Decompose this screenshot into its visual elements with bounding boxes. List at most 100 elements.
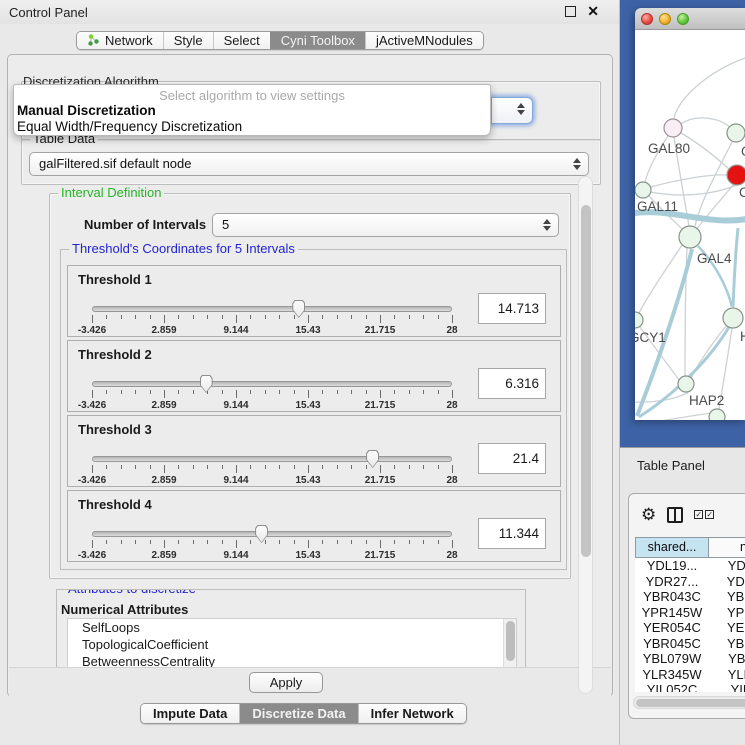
algorithm-combobox[interactable] xyxy=(491,97,533,124)
number-of-intervals-label: Number of Intervals xyxy=(84,217,206,232)
node-gal4 xyxy=(679,226,701,248)
tab-style[interactable]: Style xyxy=(163,32,213,49)
threshold-4-slider: -3.4262.8599.14415.4321.71528 xyxy=(92,525,452,561)
tab-network[interactable]: Network xyxy=(77,32,163,49)
numerical-attributes-label: Numerical Attributes xyxy=(61,602,188,617)
numerical-attributes-list: SelfLoops TopologicalCoefficient Between… xyxy=(67,618,517,667)
list-item[interactable]: TopologicalCoefficient xyxy=(68,636,516,653)
tab-discretize-data[interactable]: Discretize Data xyxy=(239,704,357,723)
table-data-group: Table Data galFiltered.sif default node xyxy=(21,139,601,185)
gear-icon[interactable]: ⚙ xyxy=(641,506,656,523)
table-rows: YDL19...YDL1 YDR27...YDR2 YBR043CYBR0 YP… xyxy=(635,558,745,692)
table-header-row: shared... n xyxy=(635,537,745,558)
slider-tick-labels: -3.4262.8599.14415.4321.71528 xyxy=(92,550,452,561)
slider-track[interactable] xyxy=(92,306,452,312)
table-horizontal-scrollbar[interactable] xyxy=(633,696,745,709)
threshold-3-panel: Threshold 3 -3.4262.8599.14415.4321.7152… xyxy=(67,415,561,487)
threshold-2-label: Threshold 2 xyxy=(78,347,152,362)
table-panel-title: Table Panel xyxy=(637,458,705,473)
column-layout-icon[interactable] xyxy=(667,507,683,523)
checkbox-icon: ✓ xyxy=(705,510,714,519)
node-g xyxy=(727,124,745,142)
list-item[interactable]: BetweennessCentrality xyxy=(68,653,516,667)
control-panel-titlebar: Control Panel ✕ xyxy=(0,0,619,24)
tab-infer-network[interactable]: Infer Network xyxy=(358,704,466,723)
interval-definition-label: Interval Definition xyxy=(58,186,164,200)
threshold-coordinates-label: Threshold's Coordinates for 5 Intervals xyxy=(69,242,298,256)
threshold-1-label: Threshold 1 xyxy=(78,272,152,287)
node-label: GAL80 xyxy=(648,141,690,156)
tab-network-label: Network xyxy=(105,33,153,48)
table-row[interactable]: YBR043CYBR0 xyxy=(635,589,745,605)
threshold-2-panel: Threshold 2 -3.4262.8599.14415.4321.7152… xyxy=(67,340,561,412)
threshold-2-value-field[interactable]: 6.316 xyxy=(478,368,546,399)
bottom-tab-bar: Impute Data Discretize Data Infer Networ… xyxy=(140,703,467,724)
threshold-1-value-field[interactable]: 14.713 xyxy=(478,293,546,324)
slider-track[interactable] xyxy=(92,531,452,537)
node-gcy1 xyxy=(635,312,643,328)
table-row[interactable]: YDL19...YDL1 xyxy=(635,558,745,574)
table-row[interactable]: YDR27...YDR2 xyxy=(635,574,745,590)
top-tab-bar: Network Style Select Cyni Toolbox jActiv… xyxy=(76,31,484,50)
column-header-name[interactable]: n xyxy=(709,537,745,558)
network-window-titlebar xyxy=(635,8,745,30)
cyni-content-panel: Discretization Algorithm Select algorith… xyxy=(7,54,613,697)
slider-ticks xyxy=(92,315,452,324)
footer-bar: Apply xyxy=(9,667,611,697)
tab-jactivemnodules[interactable]: jActiveMNodules xyxy=(365,32,483,49)
algorithm-dropdown-popup: Select algorithm to view settings Manual… xyxy=(13,84,491,136)
node-gal80 xyxy=(664,119,682,137)
threshold-3-value-field[interactable]: 21.4 xyxy=(478,443,546,474)
node-hap2 xyxy=(678,376,694,392)
node-label: G xyxy=(741,144,745,159)
slider-track[interactable] xyxy=(92,456,452,462)
column-header-shared-name[interactable]: shared... xyxy=(635,537,709,558)
slider-track[interactable] xyxy=(92,381,452,387)
network-view-window: GAL80 G C GAL11 GAL4 GCY1 H HAP2 xyxy=(635,8,745,420)
network-canvas[interactable]: GAL80 G C GAL11 GAL4 GCY1 H HAP2 xyxy=(635,30,745,420)
table-row[interactable]: YPR145WYPR1 xyxy=(635,605,745,621)
interval-definition-group: Interval Definition Number of Intervals … xyxy=(49,193,571,579)
table-row[interactable]: YBL079WYBL0 xyxy=(635,651,745,667)
list-scrollbar[interactable] xyxy=(503,619,516,667)
node-red xyxy=(727,165,745,185)
table-row[interactable]: YBR045CYBR0 xyxy=(635,636,745,652)
desktop-background: GAL80 G C GAL11 GAL4 GCY1 H HAP2 xyxy=(620,0,745,447)
threshold-4-panel: Threshold 4 -3.4262.8599.14415.4321.7152… xyxy=(67,490,561,562)
list-item[interactable]: SelfLoops xyxy=(68,619,516,636)
node-h xyxy=(723,308,743,328)
apply-button[interactable]: Apply xyxy=(249,672,323,693)
dropdown-option-manual[interactable]: Manual Discretization xyxy=(14,103,490,119)
table-row[interactable]: YER054CYER0 xyxy=(635,620,745,636)
close-traffic-light-icon[interactable] xyxy=(641,13,653,25)
tab-cyni-toolbox[interactable]: Cyni Toolbox xyxy=(270,32,365,49)
threshold-4-label: Threshold 4 xyxy=(78,497,152,512)
threshold-3-label: Threshold 3 xyxy=(78,422,152,437)
combo-arrows-icon xyxy=(572,157,581,171)
table-data-combobox[interactable]: galFiltered.sif default node xyxy=(29,152,589,176)
dropdown-option-equal-width[interactable]: Equal Width/Frequency Discretization xyxy=(14,119,490,135)
table-row[interactable]: YIL052CYIL0 xyxy=(635,682,745,692)
network-icon xyxy=(87,34,100,47)
table-row[interactable]: YLR345WYLR3 xyxy=(635,667,745,683)
number-of-intervals-combobox[interactable]: 5 xyxy=(212,213,559,237)
float-window-icon[interactable] xyxy=(565,6,576,17)
slider-ticks xyxy=(92,540,452,549)
zoom-traffic-light-icon[interactable] xyxy=(677,13,689,25)
minimize-traffic-light-icon[interactable] xyxy=(659,13,671,25)
node-label: HAP2 xyxy=(689,393,724,408)
close-icon[interactable]: ✕ xyxy=(587,3,599,20)
content-scrollbar[interactable] xyxy=(578,176,593,694)
dropdown-prompt[interactable]: Select algorithm to view settings xyxy=(14,88,490,103)
tab-select[interactable]: Select xyxy=(213,32,270,49)
threshold-4-value-field[interactable]: 11.344 xyxy=(478,518,546,549)
slider-ticks xyxy=(92,390,452,399)
select-columns-icons[interactable]: ✓ ✓ xyxy=(694,510,714,519)
table-panel: Table Panel ⚙ ✓ ✓ shared... n YDL19...YD… xyxy=(620,447,745,745)
network-graph: GAL80 G C GAL11 GAL4 GCY1 H HAP2 xyxy=(635,30,745,420)
table-toolbar: ⚙ ✓ ✓ xyxy=(641,506,714,523)
threshold-2-slider: -3.4262.8599.14415.4321.71528 xyxy=(92,375,452,411)
tab-impute-data[interactable]: Impute Data xyxy=(141,704,239,723)
node-label: H xyxy=(740,329,745,344)
attributes-group: Attributes to discretize Numerical Attri… xyxy=(56,589,526,667)
